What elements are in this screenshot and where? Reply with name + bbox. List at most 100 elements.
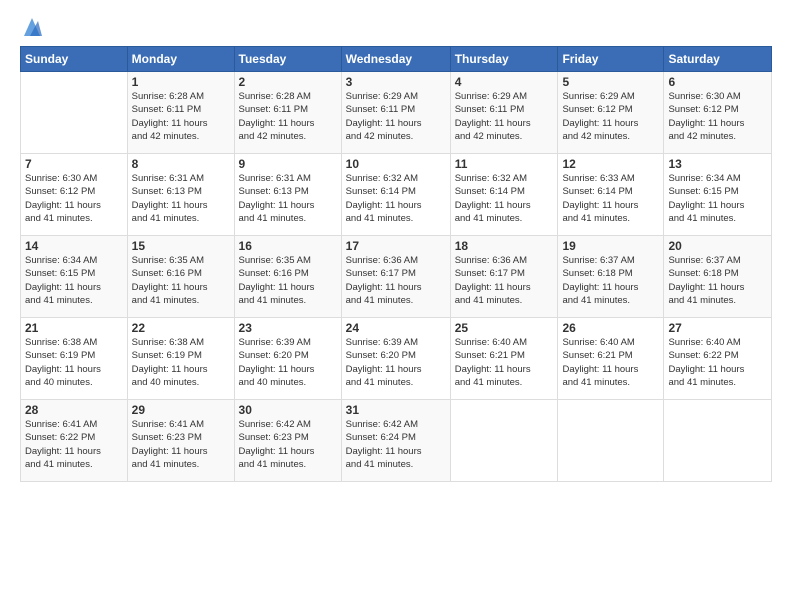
day-number: 31 (346, 403, 446, 417)
calendar-cell: 1Sunrise: 6:28 AMSunset: 6:11 PMDaylight… (127, 72, 234, 154)
calendar-cell: 29Sunrise: 6:41 AMSunset: 6:23 PMDayligh… (127, 400, 234, 482)
calendar-week-1: 1 Sunrise: 6:28 AMSunset: 6:11 PMDaylight… (21, 72, 772, 154)
day-number: 4 (455, 75, 554, 89)
calendar-page: SundayMondayTuesdayWednesdayThursdayFrid… (0, 0, 792, 612)
calendar-cell: 14Sunrise: 6:34 AMSunset: 6:15 PMDayligh… (21, 236, 128, 318)
calendar-cell: 26Sunrise: 6:40 AMSunset: 6:21 PMDayligh… (558, 318, 664, 400)
calendar-header-row: SundayMondayTuesdayWednesdayThursdayFrid… (21, 47, 772, 72)
day-info: Sunrise: 6:40 AMSunset: 6:21 PMDaylight:… (455, 336, 554, 389)
calendar-cell (21, 72, 128, 154)
day-number: 17 (346, 239, 446, 253)
day-info: Sunrise: 6:32 AMSunset: 6:14 PMDaylight:… (346, 172, 446, 225)
calendar-week-2: 7Sunrise: 6:30 AMSunset: 6:12 PMDaylight… (21, 154, 772, 236)
day-number: 11 (455, 157, 554, 171)
day-number: 12 (562, 157, 659, 171)
day-number: 6 (668, 75, 767, 89)
calendar-cell: 23Sunrise: 6:39 AMSunset: 6:20 PMDayligh… (234, 318, 341, 400)
day-info: Sunrise: 6:41 AMSunset: 6:22 PMDaylight:… (25, 418, 123, 471)
calendar-cell: 16Sunrise: 6:35 AMSunset: 6:16 PMDayligh… (234, 236, 341, 318)
day-info: Sunrise: 6:30 AMSunset: 6:12 PMDaylight:… (668, 90, 767, 143)
day-info: Sunrise: 6:38 AMSunset: 6:19 PMDaylight:… (132, 336, 230, 389)
calendar-cell (664, 400, 772, 482)
day-info: Sunrise: 6:34 AMSunset: 6:15 PMDaylight:… (25, 254, 123, 307)
day-info: Sunrise: 6:38 AMSunset: 6:19 PMDaylight:… (25, 336, 123, 389)
calendar-week-4: 21Sunrise: 6:38 AMSunset: 6:19 PMDayligh… (21, 318, 772, 400)
calendar-cell: 22Sunrise: 6:38 AMSunset: 6:19 PMDayligh… (127, 318, 234, 400)
day-info: Sunrise: 6:33 AMSunset: 6:14 PMDaylight:… (562, 172, 659, 225)
day-info: Sunrise: 6:42 AMSunset: 6:23 PMDaylight:… (239, 418, 337, 471)
calendar-cell: 5Sunrise: 6:29 AMSunset: 6:12 PMDaylight… (558, 72, 664, 154)
calendar-header-monday: Monday (127, 47, 234, 72)
day-number: 9 (239, 157, 337, 171)
day-info: Sunrise: 6:41 AMSunset: 6:23 PMDaylight:… (132, 418, 230, 471)
calendar-cell: 3Sunrise: 6:29 AMSunset: 6:11 PMDaylight… (341, 72, 450, 154)
calendar-cell: 28Sunrise: 6:41 AMSunset: 6:22 PMDayligh… (21, 400, 128, 482)
day-info: Sunrise: 6:35 AMSunset: 6:16 PMDaylight:… (132, 254, 230, 307)
day-number: 18 (455, 239, 554, 253)
calendar-cell (558, 400, 664, 482)
calendar-cell: 17Sunrise: 6:36 AMSunset: 6:17 PMDayligh… (341, 236, 450, 318)
calendar-week-5: 28Sunrise: 6:41 AMSunset: 6:22 PMDayligh… (21, 400, 772, 482)
day-info: Sunrise: 6:36 AMSunset: 6:17 PMDaylight:… (455, 254, 554, 307)
day-number: 26 (562, 321, 659, 335)
day-number: 8 (132, 157, 230, 171)
calendar-week-3: 14Sunrise: 6:34 AMSunset: 6:15 PMDayligh… (21, 236, 772, 318)
calendar-cell: 4Sunrise: 6:29 AMSunset: 6:11 PMDaylight… (450, 72, 558, 154)
calendar-cell: 25Sunrise: 6:40 AMSunset: 6:21 PMDayligh… (450, 318, 558, 400)
calendar-header-thursday: Thursday (450, 47, 558, 72)
day-number: 3 (346, 75, 446, 89)
day-info: Sunrise: 6:40 AMSunset: 6:21 PMDaylight:… (562, 336, 659, 389)
day-number: 27 (668, 321, 767, 335)
day-info: Sunrise: 6:31 AMSunset: 6:13 PMDaylight:… (239, 172, 337, 225)
calendar-table: SundayMondayTuesdayWednesdayThursdayFrid… (20, 46, 772, 482)
calendar-cell: 6Sunrise: 6:30 AMSunset: 6:12 PMDaylight… (664, 72, 772, 154)
calendar-cell: 20Sunrise: 6:37 AMSunset: 6:18 PMDayligh… (664, 236, 772, 318)
calendar-cell: 7Sunrise: 6:30 AMSunset: 6:12 PMDaylight… (21, 154, 128, 236)
day-number: 16 (239, 239, 337, 253)
day-number: 7 (25, 157, 123, 171)
day-info: Sunrise: 6:29 AMSunset: 6:11 PMDaylight:… (455, 90, 554, 143)
day-info: Sunrise: 6:42 AMSunset: 6:24 PMDaylight:… (346, 418, 446, 471)
day-number: 13 (668, 157, 767, 171)
calendar-cell: 18Sunrise: 6:36 AMSunset: 6:17 PMDayligh… (450, 236, 558, 318)
day-info: Sunrise: 6:35 AMSunset: 6:16 PMDaylight:… (239, 254, 337, 307)
calendar-cell: 11Sunrise: 6:32 AMSunset: 6:14 PMDayligh… (450, 154, 558, 236)
day-info: Sunrise: 6:29 AMSunset: 6:11 PMDaylight:… (346, 90, 446, 143)
day-number: 10 (346, 157, 446, 171)
day-number: 29 (132, 403, 230, 417)
calendar-cell: 13Sunrise: 6:34 AMSunset: 6:15 PMDayligh… (664, 154, 772, 236)
day-info: Sunrise: 6:32 AMSunset: 6:14 PMDaylight:… (455, 172, 554, 225)
calendar-cell: 21Sunrise: 6:38 AMSunset: 6:19 PMDayligh… (21, 318, 128, 400)
logo-icon (22, 16, 42, 38)
calendar-cell: 9Sunrise: 6:31 AMSunset: 6:13 PMDaylight… (234, 154, 341, 236)
day-number: 1 (132, 75, 230, 89)
calendar-cell: 10Sunrise: 6:32 AMSunset: 6:14 PMDayligh… (341, 154, 450, 236)
calendar-header-sunday: Sunday (21, 47, 128, 72)
day-info: Sunrise: 6:31 AMSunset: 6:13 PMDaylight:… (132, 172, 230, 225)
day-number: 2 (239, 75, 337, 89)
calendar-cell: 19Sunrise: 6:37 AMSunset: 6:18 PMDayligh… (558, 236, 664, 318)
logo (20, 18, 42, 36)
day-number: 24 (346, 321, 446, 335)
calendar-header-wednesday: Wednesday (341, 47, 450, 72)
day-number: 21 (25, 321, 123, 335)
day-info: Sunrise: 6:40 AMSunset: 6:22 PMDaylight:… (668, 336, 767, 389)
day-info: Sunrise: 6:37 AMSunset: 6:18 PMDaylight:… (562, 254, 659, 307)
day-number: 20 (668, 239, 767, 253)
day-info: Sunrise: 6:29 AMSunset: 6:12 PMDaylight:… (562, 90, 659, 143)
day-info: Sunrise: 6:39 AMSunset: 6:20 PMDaylight:… (346, 336, 446, 389)
day-info: Sunrise: 6:37 AMSunset: 6:18 PMDaylight:… (668, 254, 767, 307)
calendar-header-saturday: Saturday (664, 47, 772, 72)
day-info: Sunrise: 6:34 AMSunset: 6:15 PMDaylight:… (668, 172, 767, 225)
calendar-cell: 2Sunrise: 6:28 AMSunset: 6:11 PMDaylight… (234, 72, 341, 154)
calendar-cell: 8Sunrise: 6:31 AMSunset: 6:13 PMDaylight… (127, 154, 234, 236)
day-info: Sunrise: 6:39 AMSunset: 6:20 PMDaylight:… (239, 336, 337, 389)
day-number: 5 (562, 75, 659, 89)
day-number: 14 (25, 239, 123, 253)
day-info: Sunrise: 6:30 AMSunset: 6:12 PMDaylight:… (25, 172, 123, 225)
calendar-cell (450, 400, 558, 482)
day-number: 25 (455, 321, 554, 335)
calendar-header-friday: Friday (558, 47, 664, 72)
calendar-cell: 15Sunrise: 6:35 AMSunset: 6:16 PMDayligh… (127, 236, 234, 318)
day-info: Sunrise: 6:28 AMSunset: 6:11 PMDaylight:… (239, 90, 337, 143)
